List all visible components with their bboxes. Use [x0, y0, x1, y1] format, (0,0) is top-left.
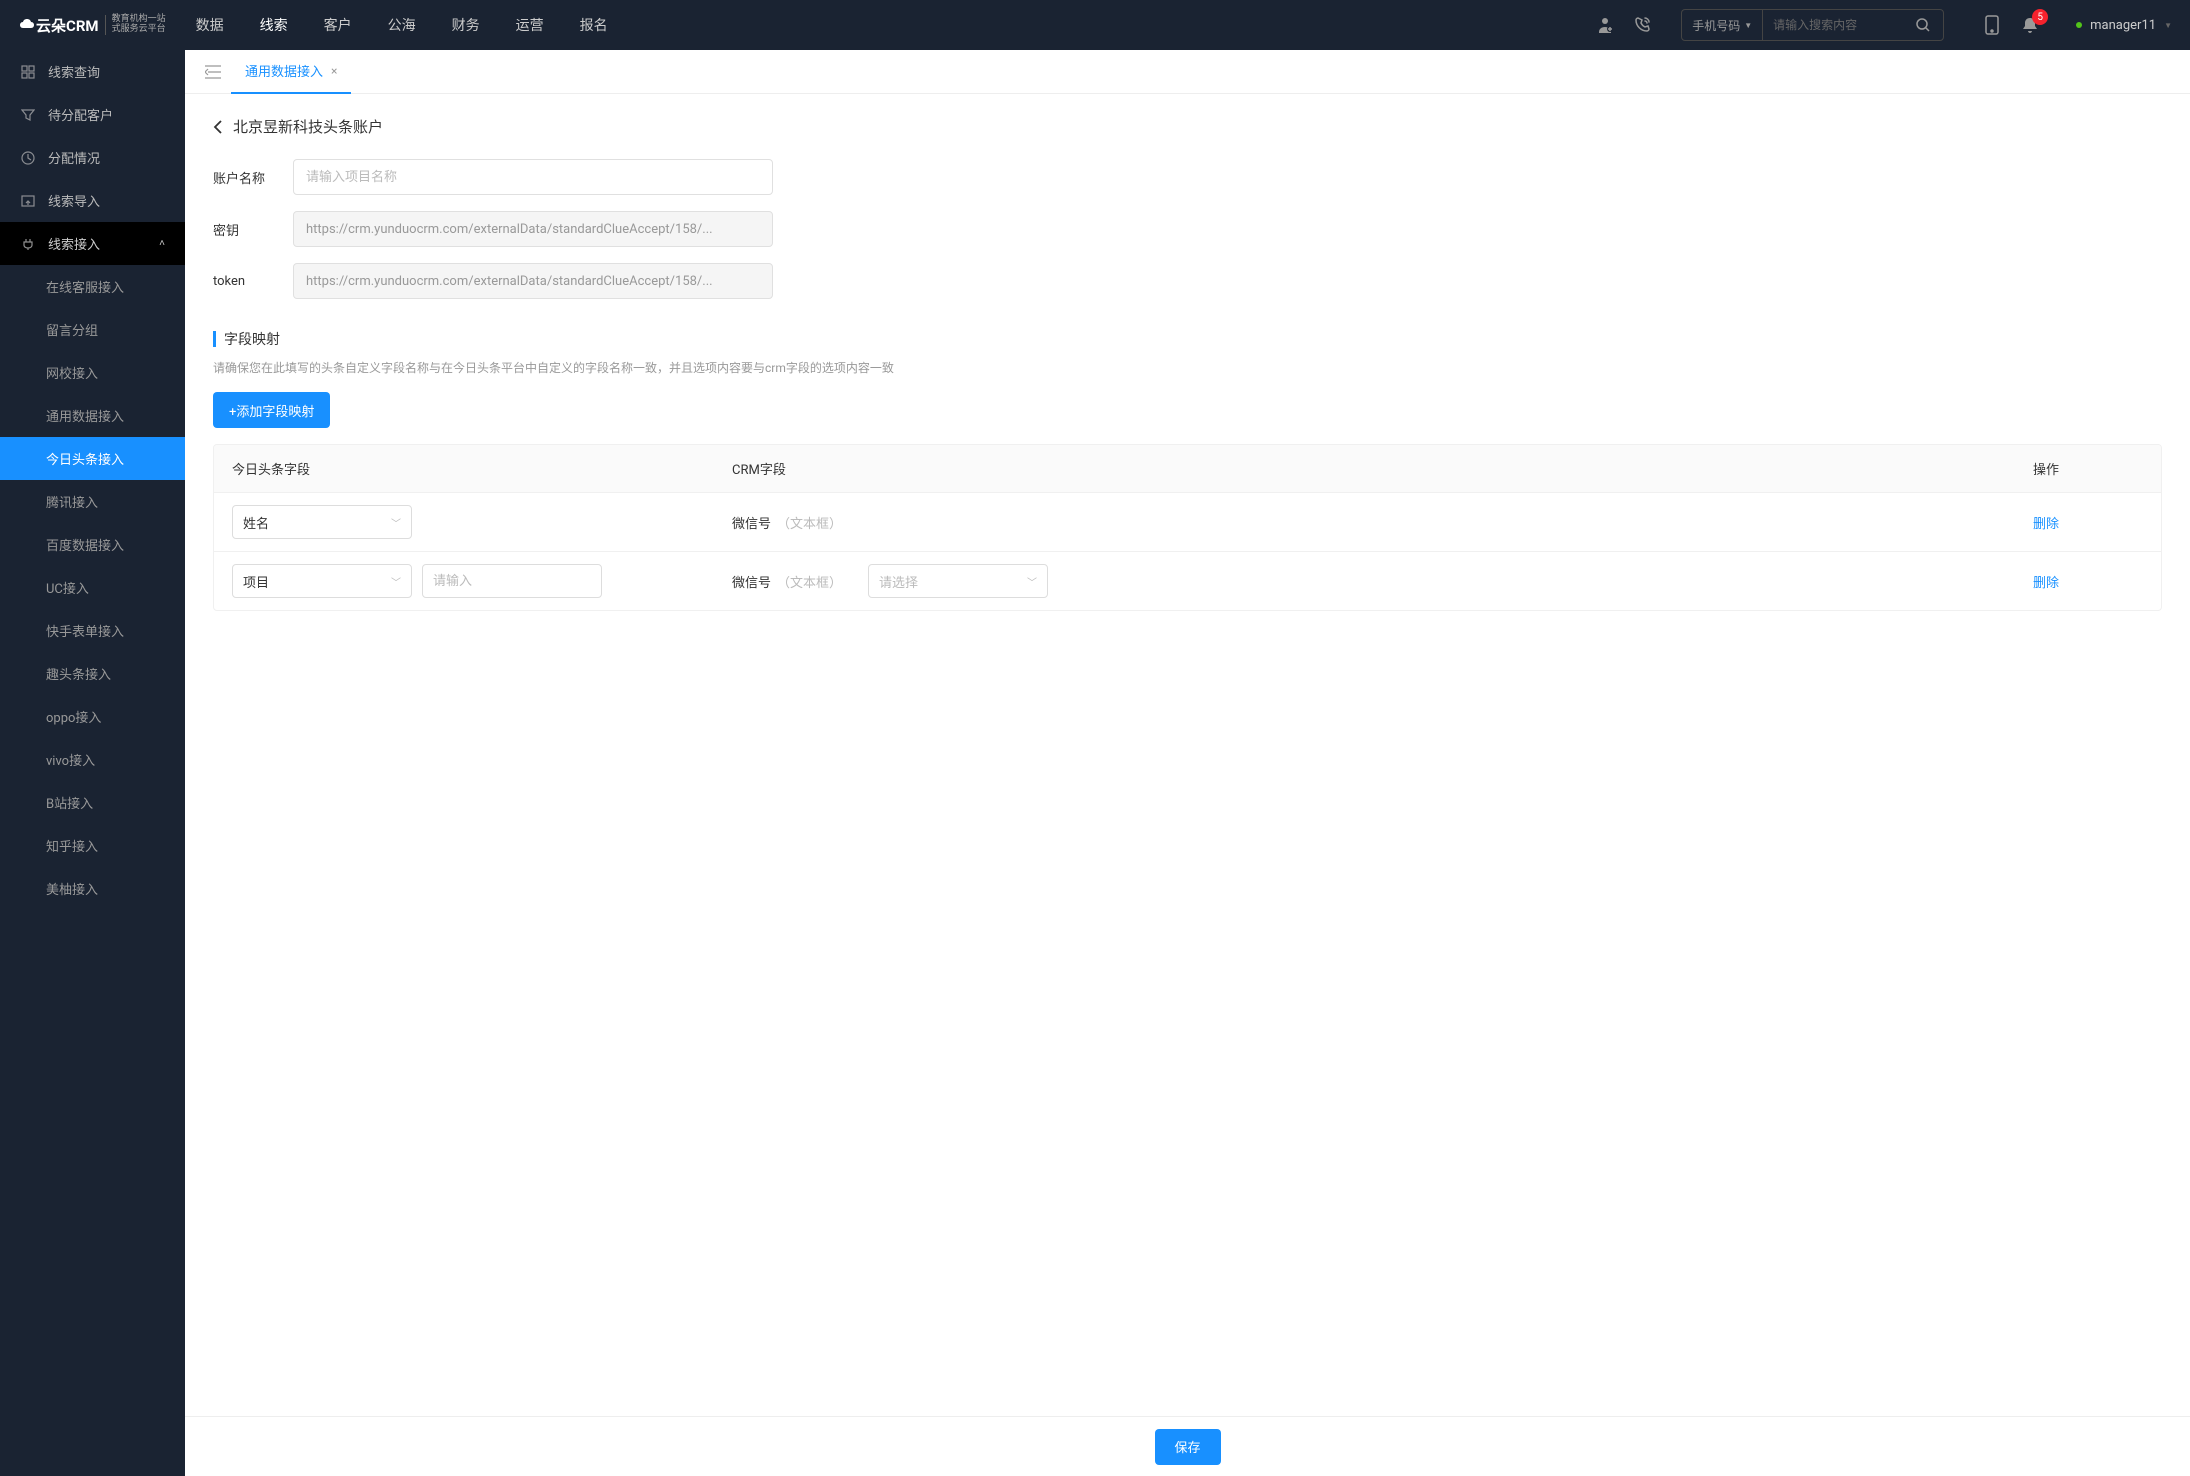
key-label: 密钥 — [213, 220, 293, 239]
table-row: 项目﹀ 微信号 （文本框） 请选择﹀ 删除 — [214, 551, 2161, 610]
section-desc: 请确保您在此填写的头条自定义字段名称与在今日头条平台中自定义的字段名称一致，并且… — [213, 359, 2162, 376]
header: 云朵CRM 教育机构一站 式服务云平台 数据 线索 客户 公海 财务 运营 报名 手机号码 … — [0, 0, 2190, 50]
token-label: token — [213, 274, 293, 289]
logo: 云朵CRM 教育机构一站 式服务云平台 — [18, 15, 166, 36]
notif-badge: 5 — [2032, 9, 2048, 25]
sidebar-item-待分配客户[interactable]: 待分配客户 — [0, 93, 185, 136]
chevron-up-icon: ˄ — [159, 238, 165, 249]
search-box: 手机号码 ▼ — [1681, 9, 1944, 41]
mobile-icon[interactable] — [1982, 15, 2002, 35]
sidebar-item-线索查询[interactable]: 线索查询 — [0, 50, 185, 93]
search-button[interactable] — [1903, 17, 1943, 33]
sidebar: 线索查询待分配客户分配情况线索导入线索接入˄在线客服接入留言分组网校接入通用数据… — [0, 50, 185, 1476]
sidebar-item-分配情况[interactable]: 分配情况 — [0, 136, 185, 179]
phone-icon[interactable] — [1633, 15, 1653, 35]
grid-icon — [20, 64, 36, 80]
upload-icon — [20, 193, 36, 209]
crm-field-hint: （文本框） — [777, 572, 842, 591]
sidebar-sub-oppo接入[interactable]: oppo接入 — [0, 695, 185, 738]
account-label: 账户名称 — [213, 168, 293, 187]
sidebar-sub-美柚接入[interactable]: 美柚接入 — [0, 867, 185, 910]
th-toutiao-field: 今日头条字段 — [232, 459, 732, 478]
nav-线索[interactable]: 线索 — [260, 15, 288, 35]
user-menu[interactable]: manager11 ▼ — [2076, 18, 2172, 33]
sidebar-sub-网校接入[interactable]: 网校接入 — [0, 351, 185, 394]
save-button[interactable]: 保存 — [1155, 1429, 1221, 1465]
section-bar — [213, 331, 216, 347]
crm-field-hint: （文本框） — [777, 513, 842, 532]
page-title: 北京昱新科技头条账户 — [233, 116, 383, 137]
close-icon[interactable]: × — [331, 64, 337, 78]
sidebar-sub-快手表单接入[interactable]: 快手表单接入 — [0, 609, 185, 652]
back-icon[interactable] — [213, 119, 223, 135]
footer: 保存 — [185, 1416, 2190, 1476]
sidebar-sub-知乎接入[interactable]: 知乎接入 — [0, 824, 185, 867]
sidebar-item-线索接入[interactable]: 线索接入˄ — [0, 222, 185, 265]
sidebar-sub-今日头条接入[interactable]: 今日头条接入 — [0, 437, 185, 480]
nav-公海[interactable]: 公海 — [388, 15, 416, 35]
breadcrumb: 北京昱新科技头条账户 — [213, 116, 2162, 137]
delete-link[interactable]: 删除 — [2033, 517, 2059, 532]
sidebar-sub-通用数据接入[interactable]: 通用数据接入 — [0, 394, 185, 437]
sidebar-item-线索导入[interactable]: 线索导入 — [0, 179, 185, 222]
crm-field-value: 微信号 — [732, 572, 771, 591]
plug-icon — [20, 236, 36, 252]
bell-icon[interactable]: 5 — [2020, 15, 2040, 35]
tabs-toggle-icon[interactable] — [195, 65, 231, 79]
nav-报名[interactable]: 报名 — [580, 15, 608, 35]
token-input[interactable] — [293, 263, 773, 299]
sidebar-sub-B站接入[interactable]: B站接入 — [0, 781, 185, 824]
table-row: 姓名﹀ 微信号 （文本框） 删除 — [214, 492, 2161, 551]
sidebar-sub-vivo接入[interactable]: vivo接入 — [0, 738, 185, 781]
clock-icon — [20, 150, 36, 166]
toutiao-field-select[interactable]: 姓名﹀ — [232, 505, 412, 539]
key-input[interactable] — [293, 211, 773, 247]
sidebar-sub-UC接入[interactable]: UC接入 — [0, 566, 185, 609]
tab-general-data[interactable]: 通用数据接入 × — [231, 50, 351, 94]
sidebar-sub-在线客服接入[interactable]: 在线客服接入 — [0, 265, 185, 308]
user-icon[interactable] — [1595, 15, 1615, 35]
filter-icon — [20, 107, 36, 123]
mapping-table: 今日头条字段 CRM字段 操作 姓名﹀微信号（文本框）删除项目﹀微信号（文本框）… — [213, 444, 2162, 611]
add-field-mapping-button[interactable]: +添加字段映射 — [213, 392, 330, 428]
search-input[interactable] — [1763, 18, 1903, 32]
toutiao-field-select[interactable]: 项目﹀ — [232, 564, 412, 598]
delete-link[interactable]: 删除 — [2033, 576, 2059, 591]
tabs: 通用数据接入 × — [185, 50, 2190, 94]
logo-mark: 云朵CRM — [18, 15, 99, 36]
search-type-select[interactable]: 手机号码 ▼ — [1682, 10, 1763, 40]
account-name-input[interactable] — [293, 159, 773, 195]
main: 通用数据接入 × 北京昱新科技头条账户 账户名称 密钥 — [185, 50, 2190, 1476]
top-nav: 数据 线索 客户 公海 财务 运营 报名 — [196, 15, 1596, 35]
section-title: 字段映射 — [224, 329, 280, 349]
sidebar-sub-趣头条接入[interactable]: 趣头条接入 — [0, 652, 185, 695]
sidebar-sub-留言分组[interactable]: 留言分组 — [0, 308, 185, 351]
nav-运营[interactable]: 运营 — [516, 15, 544, 35]
nav-财务[interactable]: 财务 — [452, 15, 480, 35]
status-dot — [2076, 22, 2082, 28]
th-crm-field: CRM字段 — [732, 459, 2033, 478]
crm-field-select[interactable]: 请选择﹀ — [868, 564, 1048, 598]
nav-数据[interactable]: 数据 — [196, 15, 224, 35]
crm-field-value: 微信号 — [732, 513, 771, 532]
nav-客户[interactable]: 客户 — [324, 15, 352, 35]
th-action: 操作 — [2033, 459, 2143, 478]
field-value-input[interactable] — [422, 564, 602, 598]
sidebar-sub-腾讯接入[interactable]: 腾讯接入 — [0, 480, 185, 523]
sidebar-sub-百度数据接入[interactable]: 百度数据接入 — [0, 523, 185, 566]
